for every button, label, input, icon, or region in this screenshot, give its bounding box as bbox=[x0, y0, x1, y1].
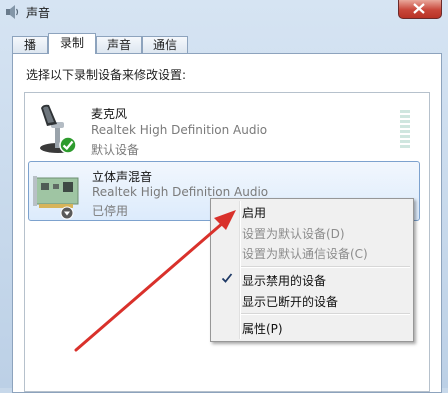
sound-dialog: 声音 播放 录制 声音 通信 选择以下录制设备来修改设置: bbox=[0, 0, 448, 393]
annotation-arrow bbox=[74, 210, 236, 352]
tab-recording[interactable]: 录制 bbox=[48, 33, 96, 54]
